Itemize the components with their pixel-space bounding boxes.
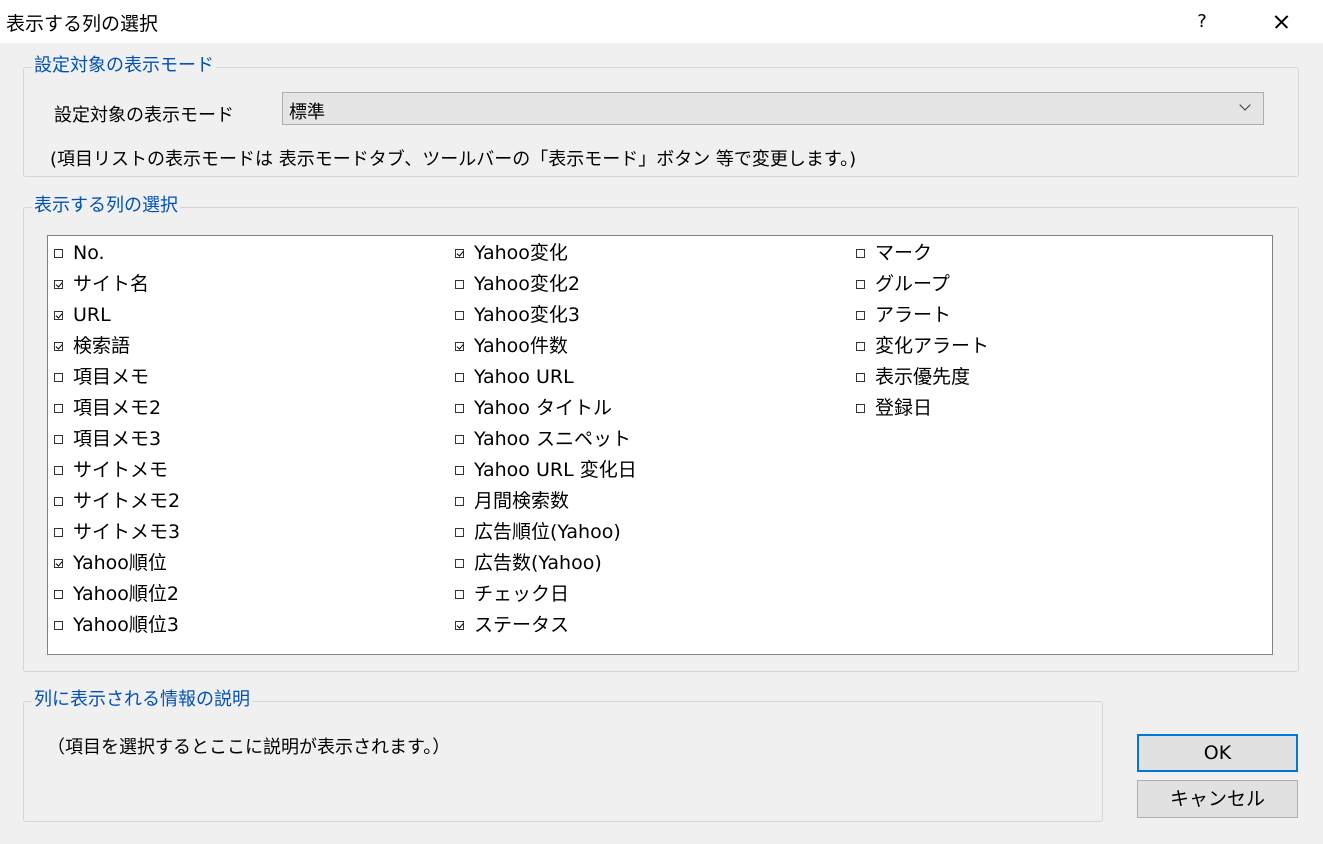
column-checkbox[interactable]	[54, 621, 63, 630]
display-mode-note: (項目リストの表示モードは 表示モードタブ、ツールバーの「表示モード」ボタン 等…	[50, 149, 857, 170]
columns-checklist[interactable]: No. サイト名 URL 検索語項目メモ項目メモ2 項目メモ3 サイトメモサイトメモ2 サイ…	[47, 235, 1273, 655]
column-option-label: 項目メモ2	[73, 397, 162, 419]
column-checkbox[interactable]	[54, 559, 63, 568]
close-button[interactable]	[1258, 0, 1304, 43]
description-text: （項目を選択するとここに説明が表示されます。）	[47, 737, 451, 758]
description-group: 列に表示される情報の説明	[23, 689, 1103, 822]
column-option-label: 検索語	[73, 335, 131, 357]
column-checkbox[interactable]	[455, 497, 464, 506]
column-checkbox[interactable]	[455, 435, 464, 444]
column-option-label: Yahoo件数	[474, 335, 568, 357]
column-checkbox[interactable]	[54, 373, 63, 382]
column-checkbox[interactable]	[54, 466, 63, 475]
column-option-label: 登録日	[875, 397, 933, 419]
column-checkbox[interactable]	[54, 280, 63, 289]
column-checkbox[interactable]	[455, 559, 464, 568]
column-option-label: Yahoo タイトル	[474, 397, 612, 419]
help-button[interactable]: ?	[1180, 0, 1224, 43]
column-option-label: Yahoo変化	[474, 242, 568, 264]
column-checkbox[interactable]	[455, 373, 464, 382]
column-option-label: 月間検索数	[474, 490, 570, 512]
column-checkbox[interactable]	[455, 590, 464, 599]
column-option-label: アラート	[875, 304, 952, 326]
cancel-button[interactable]: キャンセル	[1137, 780, 1298, 818]
column-option-label: サイトメモ3	[73, 521, 181, 543]
column-option-label: サイトメモ	[73, 459, 169, 481]
display-mode-label: 設定対象の表示モード	[54, 105, 234, 126]
column-option-label: 広告数(Yahoo)	[474, 552, 602, 574]
column-checkbox[interactable]	[54, 249, 63, 258]
column-option-label: チェック日	[474, 583, 570, 605]
title-bar: 表示する列の選択 ?	[0, 0, 1323, 43]
column-option-label: 表示優先度	[875, 366, 971, 388]
ok-button[interactable]: OK	[1137, 734, 1298, 772]
column-option-label: URL	[73, 304, 111, 326]
description-legend: 列に表示される情報の説明	[32, 689, 252, 711]
column-checkbox[interactable]	[54, 528, 63, 537]
column-checkbox[interactable]	[54, 311, 63, 320]
column-option-label: 項目メモ	[73, 366, 150, 388]
column-checkbox[interactable]	[54, 342, 63, 351]
column-option-label: Yahoo順位2	[73, 583, 180, 605]
columns-legend: 表示する列の選択	[32, 195, 180, 217]
display-mode-legend: 設定対象の表示モード	[32, 55, 216, 77]
column-checkbox[interactable]	[856, 373, 865, 382]
display-mode-select[interactable]: 標準	[282, 92, 1264, 125]
column-option-label: Yahoo変化3	[474, 304, 581, 326]
column-option-label: Yahoo URL	[474, 366, 574, 388]
column-option-label: マーク	[875, 242, 933, 264]
column-checkbox[interactable]	[455, 404, 464, 413]
column-checkbox[interactable]	[455, 280, 464, 289]
column-option-label: グループ	[875, 273, 950, 295]
column-option-label: サイトメモ2	[73, 490, 181, 512]
column-option-label: Yahoo URL 変化日	[474, 459, 637, 481]
column-checkbox[interactable]	[455, 466, 464, 475]
column-checkbox[interactable]	[54, 404, 63, 413]
column-option-label: ステータス	[474, 614, 570, 636]
column-option-label: Yahoo順位	[73, 552, 167, 574]
column-checkbox[interactable]	[455, 342, 464, 351]
display-mode-value: 標準	[289, 102, 325, 123]
column-checkbox[interactable]	[856, 280, 865, 289]
column-checkbox[interactable]	[54, 497, 63, 506]
column-option-label: Yahoo変化2	[474, 273, 581, 295]
window-title: 表示する列の選択	[6, 13, 159, 35]
column-checkbox[interactable]	[54, 590, 63, 599]
column-option-label: No.	[73, 242, 105, 264]
column-checkbox[interactable]	[455, 311, 464, 320]
column-checkbox[interactable]	[54, 435, 63, 444]
column-checkbox[interactable]	[856, 311, 865, 320]
column-checkbox[interactable]	[455, 528, 464, 537]
column-option-label: Yahoo スニペット	[474, 428, 631, 450]
chevron-down-icon	[1239, 99, 1251, 111]
column-checkbox[interactable]	[856, 404, 865, 413]
column-checkbox[interactable]	[856, 249, 865, 258]
column-checkbox[interactable]	[856, 342, 865, 351]
column-option-label: 広告順位(Yahoo)	[474, 521, 621, 543]
column-option-label: サイト名	[73, 273, 150, 295]
column-checkbox[interactable]	[455, 249, 464, 258]
column-option-label: 変化アラート	[875, 335, 990, 357]
column-option-label: 項目メモ3	[73, 428, 162, 450]
column-option-label: Yahoo順位3	[73, 614, 180, 636]
column-checkbox[interactable]	[455, 621, 464, 630]
